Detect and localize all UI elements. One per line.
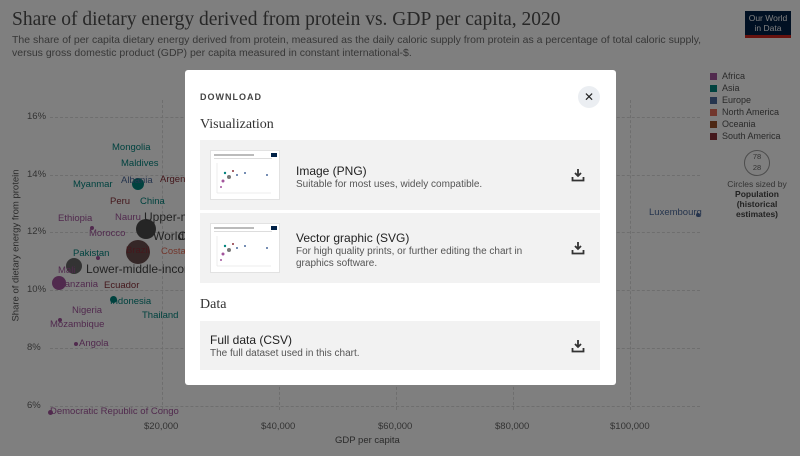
csv-title: Full data (CSV) — [210, 333, 293, 347]
close-button[interactable]: ✕ — [578, 86, 600, 108]
download-modal: DOWNLOAD ✕ Visualization Image (PNG) Sui… — [185, 70, 616, 385]
png-thumbnail — [210, 150, 280, 200]
png-download-option[interactable]: Image (PNG) Suitable for most uses, wide… — [200, 140, 600, 210]
csv-download-option[interactable]: Full data (CSV) The full dataset used in… — [200, 321, 600, 370]
modal-header: DOWNLOAD — [200, 92, 262, 102]
download-icon — [571, 340, 585, 353]
png-title: Image (PNG) — [296, 164, 367, 178]
svg-title: Vector graphic (SVG) — [296, 231, 410, 245]
svg-download-option[interactable]: Vector graphic (SVG) For high quality pr… — [200, 213, 600, 283]
svg-thumbnail — [210, 223, 280, 273]
visualization-section-title: Visualization — [200, 117, 274, 132]
download-icon — [571, 242, 585, 255]
png-description: Suitable for most uses, widely compatibl… — [296, 179, 483, 190]
svg-description: For high quality prints, or further edit… — [296, 246, 523, 269]
download-icon — [571, 169, 585, 182]
csv-description: The full dataset used in this chart. — [210, 348, 360, 359]
close-icon: ✕ — [583, 90, 595, 104]
data-section-title: Data — [200, 297, 227, 312]
